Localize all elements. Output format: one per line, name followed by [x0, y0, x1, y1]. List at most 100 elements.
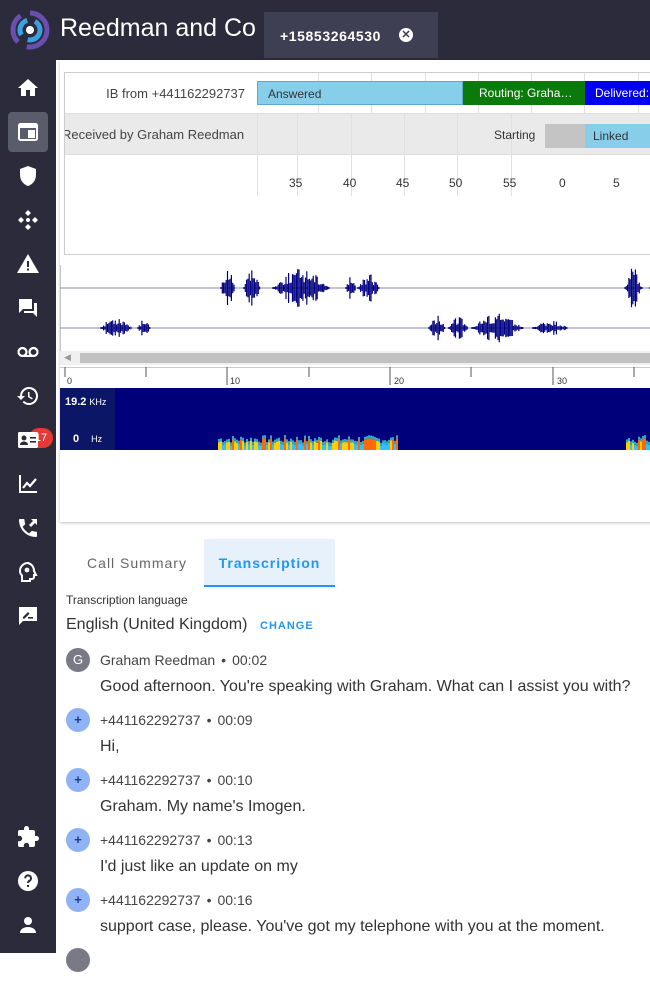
transcript-entry: + +441162292737 • 00:13 I'd just like an u…	[66, 828, 646, 888]
sidebar-item-alerts[interactable]	[8, 244, 48, 284]
sidebar-item-hub[interactable]	[8, 200, 48, 240]
tab-call-summary[interactable]: Call Summary	[72, 539, 202, 587]
spectrogram-scale: 19.2 KHz 0 Hz	[60, 388, 115, 450]
speaker-name: +441162292737	[100, 712, 201, 728]
timeline-tick: 40	[343, 176, 357, 190]
change-language-button[interactable]: CHANGE	[260, 620, 314, 632]
app-title: Reedman and Co	[60, 14, 256, 42]
audio-waveform[interactable]	[60, 265, 650, 355]
sidebar-item-contacts[interactable]	[8, 420, 48, 460]
avatar: +	[66, 768, 90, 792]
utterance-text: Hi,	[100, 738, 120, 755]
speaker-name: +441162292737	[100, 892, 201, 908]
sidebar-item-history[interactable]	[8, 376, 48, 416]
segment-routing[interactable]: Routing: Graha…	[463, 81, 585, 105]
segment-linked[interactable]: Linked	[585, 124, 650, 148]
language-caption: Transcription language	[66, 593, 188, 607]
timeline-tick: 35	[289, 176, 303, 190]
details-tabs: Call Summary Transcription	[56, 539, 650, 587]
timestamp[interactable]: 00:16	[217, 892, 252, 908]
feedback-icon	[19, 607, 37, 625]
sidebar-item-chat[interactable]	[8, 288, 48, 328]
window-icon	[18, 123, 38, 141]
sidebar-item-extensions[interactable]	[8, 817, 48, 857]
extension-icon	[18, 826, 39, 847]
ruler-label: 10	[230, 376, 241, 386]
sidebar-item-feedback[interactable]	[8, 596, 48, 636]
timeline-tick: 5	[613, 176, 620, 190]
phone-forward-icon	[19, 519, 37, 537]
call-visualizer-card: IB from +441162292737 Answered Routing: …	[60, 60, 650, 522]
transcript-entry: + +441162292737 • 00:16 support case, plea…	[66, 888, 646, 948]
timeline-tick: 45	[396, 176, 410, 190]
avatar	[66, 948, 90, 972]
transcript-entry: + +441162292737 • 00:10 Graham. My name's …	[66, 768, 646, 828]
segment-delivered[interactable]: Delivered:	[585, 81, 650, 105]
sidebar: 17	[0, 60, 56, 953]
scrollbar-thumb[interactable]	[80, 353, 650, 363]
brain-icon	[18, 561, 38, 582]
close-icon[interactable]: ✕	[399, 28, 413, 42]
spectrogram-min-unit: Hz	[91, 434, 103, 444]
timestamp[interactable]: 00:09	[217, 712, 252, 728]
hub-icon	[18, 210, 38, 230]
warning-icon	[17, 254, 39, 273]
main-panel: IB from +441162292737 Answered Routing: …	[56, 60, 650, 972]
timestamp[interactable]: 00:10	[217, 772, 252, 788]
avatar: +	[66, 828, 90, 852]
avatar: +	[66, 708, 90, 732]
person-icon	[20, 917, 36, 933]
spectrogram-max-value: 19.2	[65, 396, 87, 408]
timestamp[interactable]: 00:02	[232, 652, 267, 668]
call-tab-label: +15853264530	[280, 28, 382, 44]
sidebar-item-security[interactable]	[8, 156, 48, 196]
sidebar-item-call-forward[interactable]	[8, 508, 48, 548]
home-icon	[18, 79, 38, 96]
transcript-entry: G Graham Reedman • 00:02 Good afternoon. Y…	[66, 648, 646, 708]
language-value: English (United Kingdom)	[66, 616, 248, 633]
spectrogram-min-value: 0	[73, 433, 80, 445]
utterance-text: I'd just like an update on my	[100, 858, 298, 875]
sidebar-item-help[interactable]	[8, 861, 48, 901]
segment-answered[interactable]: Answered	[257, 81, 463, 105]
logo-icon	[10, 10, 50, 50]
timeline-row-received: Received by Graham Reedman Starting Link…	[65, 114, 650, 196]
timeline-tick: 55	[503, 176, 517, 190]
ruler-label: 20	[394, 376, 405, 386]
sidebar-item-voicemail[interactable]	[8, 332, 48, 372]
timestamp[interactable]: 00:13	[217, 832, 252, 848]
speaker-name: Graham Reedman	[100, 652, 216, 668]
sidebar-item-analytics[interactable]	[8, 464, 48, 504]
speaker-name: +441162292737	[100, 832, 201, 848]
avatar: +	[66, 888, 90, 912]
call-tab[interactable]: +15853264530 ✕	[264, 12, 438, 58]
chat-icon	[19, 299, 37, 317]
sidebar-item-insights[interactable]	[8, 552, 48, 592]
tab-transcription[interactable]: Transcription	[204, 539, 335, 587]
sidebar-item-home[interactable]	[8, 68, 48, 108]
speaker-name: +441162292737	[100, 772, 201, 788]
status-starting: Starting	[494, 128, 536, 142]
contact-card-icon	[18, 432, 38, 448]
timeline-row-label: IB from +441162292737	[106, 86, 245, 101]
analytics-icon	[19, 475, 37, 493]
sidebar-item-window[interactable]	[8, 112, 48, 152]
call-timeline: IB from +441162292737 Answered Routing: …	[64, 72, 650, 255]
transcript-entry: + +441162292737 • 00:09 Hi,	[66, 708, 646, 768]
utterance-text: support case, please. You've got my tele…	[100, 918, 605, 935]
utterance-text: Graham. My name's Imogen.	[100, 798, 306, 815]
scroll-left-icon[interactable]: ◀	[64, 352, 71, 363]
shield-icon	[20, 166, 36, 186]
spectrogram-max-unit: KHz	[89, 397, 107, 407]
transcript-entry	[66, 948, 646, 1008]
waveform-scrollbar[interactable]: ◀	[60, 351, 650, 365]
voicemail-icon	[17, 346, 39, 358]
timeline-tick: 0	[559, 176, 566, 190]
history-icon	[17, 386, 39, 405]
segment-starting[interactable]	[545, 124, 585, 148]
spectrogram[interactable]: 19.2 KHz 0 Hz	[60, 388, 650, 450]
sidebar-item-profile[interactable]	[8, 905, 48, 945]
ruler-label: 0	[67, 376, 73, 386]
timeline-tick: 50	[449, 176, 463, 190]
ruler-label: 30	[557, 376, 568, 386]
